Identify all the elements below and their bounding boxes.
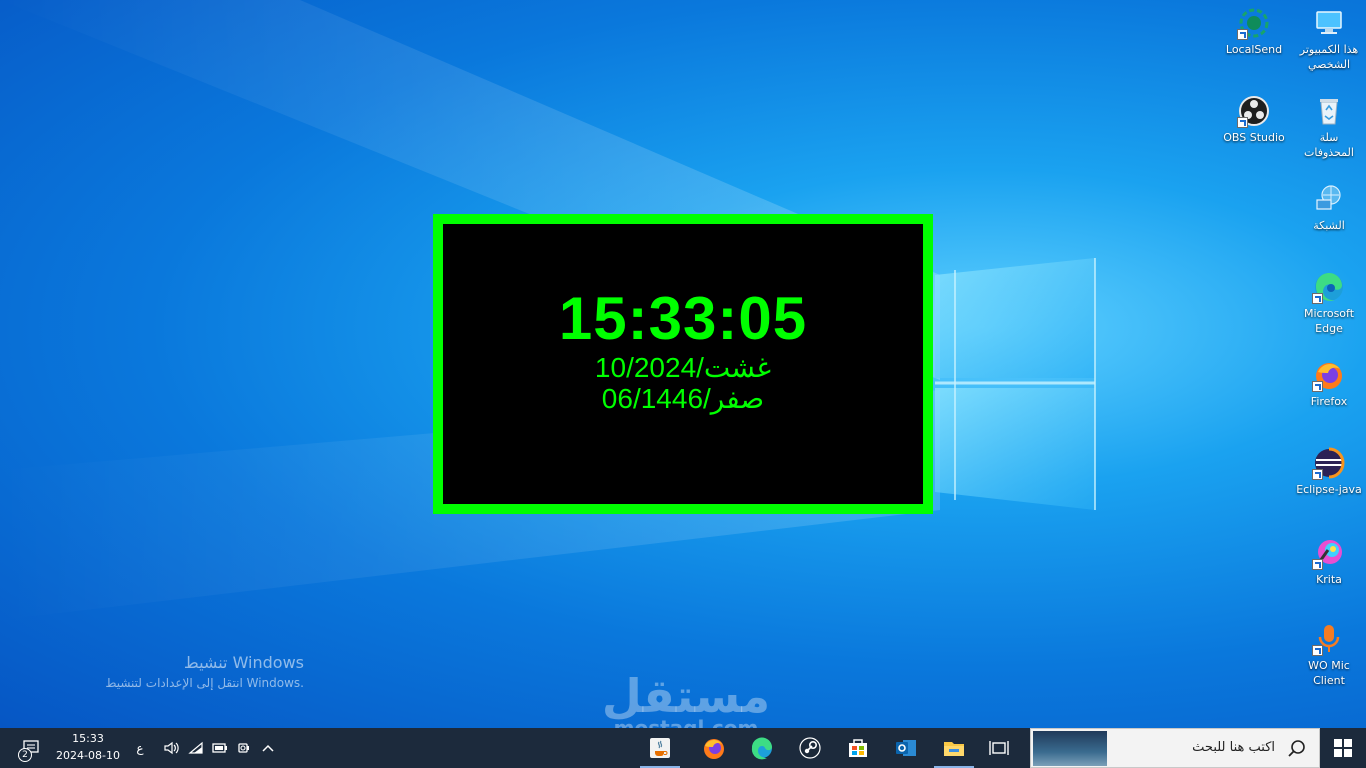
taskbar-time: 15:33 <box>72 732 104 745</box>
action-center-button[interactable]: 2 <box>12 728 48 768</box>
show-hidden-icons-button[interactable] <box>256 728 280 768</box>
desktop[interactable]: هذا الكمبيوتر الشخصي LocalSend سلة المحذ… <box>0 0 1366 728</box>
search-placeholder: اكتب هنا للبحث <box>1192 740 1275 755</box>
desktop-icon-label: Eclipse-java <box>1296 483 1362 496</box>
desktop-icon-microsoft-edge[interactable]: Microsoft Edge <box>1294 270 1364 336</box>
activation-subtitle: انتقل إلى الإعدادات لتنشيط Windows. <box>105 676 304 690</box>
desktop-icon-recycle-bin[interactable]: سلة المحذوفات <box>1294 94 1364 160</box>
firefox-icon <box>704 739 724 759</box>
eclipse-icon <box>1312 446 1346 480</box>
localsend-icon <box>1237 6 1271 40</box>
desktop-icon-label: LocalSend <box>1225 43 1283 56</box>
taskbar-file-explorer[interactable] <box>930 728 978 768</box>
task-view-icon <box>989 741 1009 755</box>
java-icon <box>650 738 670 758</box>
tray-camera[interactable] <box>232 728 256 768</box>
desktop-icon-this-pc[interactable]: هذا الكمبيوتر الشخصي <box>1294 6 1364 72</box>
battery-icon <box>212 743 227 753</box>
taskbar-firefox[interactable] <box>690 728 738 768</box>
tray-wifi[interactable] <box>184 728 208 768</box>
gregorian-date: 10/غشت/2024 <box>594 352 772 383</box>
site-watermark: مستقل mostaql.com <box>596 668 776 728</box>
search-icon <box>1288 740 1305 757</box>
windows-logo-icon <box>1334 739 1352 757</box>
firefox-icon <box>1312 358 1346 392</box>
input-language[interactable]: ع <box>128 728 152 768</box>
desktop-icon-wo-mic-client[interactable]: WO Mic Client <box>1294 622 1364 688</box>
steam-icon <box>799 737 821 759</box>
taskbar-java[interactable] <box>636 728 684 768</box>
desktop-icon-label: Krita <box>1316 573 1342 586</box>
desktop-icon-label: هذا الكمبيوتر الشخصي <box>1299 43 1359 71</box>
desktop-icon-label: سلة المحذوفات <box>1304 131 1354 159</box>
activation-title: تنشيط Windows <box>183 653 304 672</box>
desktop-icon-label: الشبكة <box>1313 219 1345 232</box>
desktop-icon-label: WO Mic Client <box>1308 659 1350 687</box>
hijri-date: 06/صفر/1446 <box>601 383 765 414</box>
taskbar-steam[interactable] <box>786 728 834 768</box>
file-explorer-icon <box>944 742 964 756</box>
clock-display: 15:33:05 10/غشت/2024 06/صفر/1446 <box>443 224 923 504</box>
taskbar: اكتب هنا للبحث ع 15:33 2024-08-10 2 <box>0 728 1366 768</box>
clock-time: 15:33:05 <box>558 285 808 352</box>
desktop-icon-krita[interactable]: Krita <box>1294 536 1364 587</box>
edge-icon <box>751 737 772 760</box>
wifi-icon <box>188 741 203 754</box>
desktop-icon-obs-studio[interactable]: OBS Studio <box>1219 94 1289 145</box>
camera-icon <box>238 743 249 753</box>
search-highlight-image <box>1033 731 1107 766</box>
watermark-url: mostaql.com <box>613 716 759 728</box>
taskbar-clock[interactable]: 15:33 2024-08-10 <box>50 728 126 768</box>
krita-icon <box>1312 536 1346 570</box>
computer-icon <box>1312 6 1346 40</box>
desktop-icon-label: OBS Studio <box>1223 131 1285 144</box>
desktop-icon-label: Firefox <box>1310 395 1348 408</box>
notification-badge: 2 <box>18 748 32 762</box>
edge-icon <box>1312 270 1346 304</box>
network-icon <box>1312 182 1346 216</box>
desktop-icon-localsend[interactable]: LocalSend <box>1219 6 1289 57</box>
tray-battery[interactable] <box>208 728 232 768</box>
desktop-icon-network[interactable]: الشبكة <box>1294 182 1364 233</box>
language-label: ع <box>136 741 144 755</box>
clock-widget[interactable]: 15:33:05 10/غشت/2024 06/صفر/1446 <box>433 214 933 514</box>
taskbar-edge[interactable] <box>738 728 786 768</box>
search-box[interactable]: اكتب هنا للبحث <box>1030 728 1320 768</box>
store-icon <box>849 739 867 757</box>
tray-volume[interactable] <box>160 728 184 768</box>
windows-activation-watermark: تنشيط Windows انتقل إلى الإعدادات لتنشيط… <box>60 652 304 692</box>
obs-icon <box>1237 94 1271 128</box>
outlook-icon <box>896 740 916 756</box>
taskbar-outlook[interactable] <box>882 728 930 768</box>
speaker-icon <box>164 741 179 755</box>
chevron-up-icon <box>262 744 274 752</box>
start-button[interactable] <box>1320 728 1366 768</box>
taskbar-store[interactable] <box>834 728 882 768</box>
task-view-button[interactable] <box>976 728 1022 768</box>
microphone-icon <box>1312 622 1346 656</box>
taskbar-date: 2024-08-10 <box>56 749 120 762</box>
desktop-icon-eclipse-java[interactable]: Eclipse-java <box>1294 446 1364 497</box>
recycle-bin-icon <box>1312 94 1346 128</box>
desktop-icon-label: Microsoft Edge <box>1303 307 1355 335</box>
desktop-icon-firefox[interactable]: Firefox <box>1294 358 1364 409</box>
